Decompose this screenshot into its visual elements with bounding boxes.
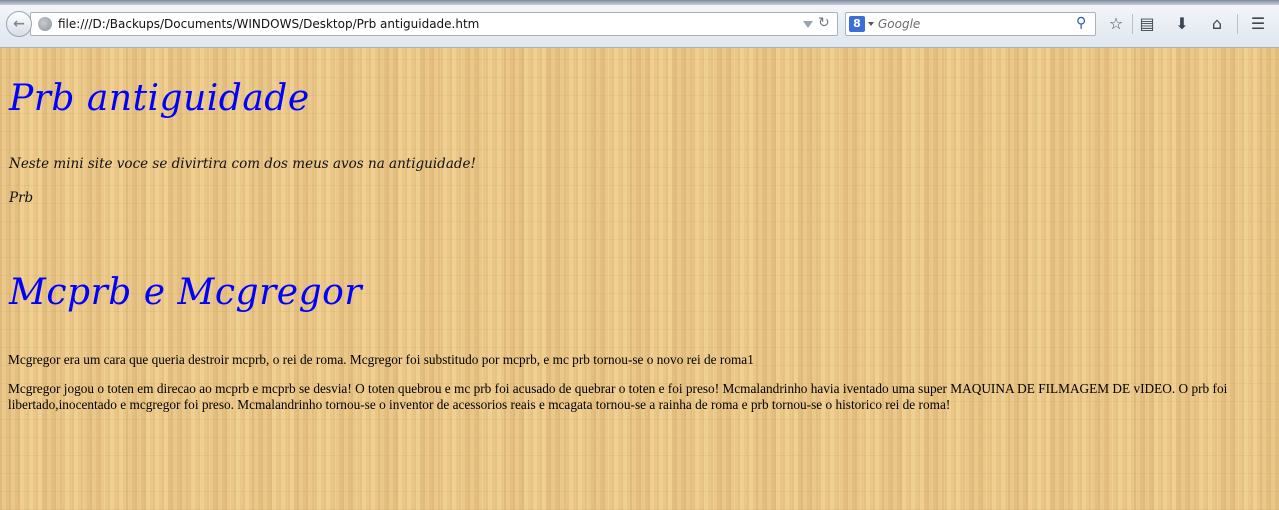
signature-text: Prb [9, 190, 34, 206]
browser-toolbar: file:///D:/Backups/Documents/WINDOWS/Des… [0, 0, 1279, 48]
history-dropdown-icon[interactable] [803, 21, 813, 28]
url-text[interactable]: file:///D:/Backups/Documents/WINDOWS/Des… [58, 17, 479, 31]
download-icon[interactable]: ⬇ [1170, 12, 1194, 36]
search-engine-icon[interactable]: 8 [849, 16, 865, 32]
reload-icon[interactable]: ↻ [818, 15, 830, 31]
bookmarks-list-icon[interactable]: ▤ [1135, 12, 1159, 36]
page-content: Prb antiguidade Neste mini site voce se … [0, 48, 1279, 510]
story-paragraph-1: Mcgregor era um cara que queria destroir… [8, 352, 754, 367]
search-bar[interactable]: 8 ⚲ [845, 12, 1096, 36]
url-bar[interactable]: file:///D:/Backups/Documents/WINDOWS/Des… [30, 12, 838, 36]
back-arrow-icon: ← [13, 16, 25, 32]
menu-icon[interactable]: ☰ [1246, 12, 1270, 36]
bookmark-star-icon[interactable]: ☆ [1104, 12, 1128, 36]
toolbar-separator [1132, 14, 1133, 34]
story-paragraph-2: Mcgregor jogou o toten em direcao ao mcp… [8, 381, 1228, 412]
section-title: Mcprb e Mcgregor [9, 272, 363, 313]
search-input[interactable] [878, 15, 1068, 33]
magnifier-icon[interactable]: ⚲ [1076, 15, 1086, 31]
globe-icon [38, 17, 52, 31]
page-title: Prb antiguidade [9, 78, 310, 119]
home-icon[interactable]: ⌂ [1205, 12, 1229, 36]
back-button[interactable]: ← [6, 11, 32, 37]
engine-dropdown-icon[interactable] [868, 22, 874, 26]
tab-strip [0, 0, 1279, 5]
toolbar-separator [1237, 14, 1238, 34]
intro-text: Neste mini site voce se divirtira com do… [9, 156, 476, 172]
